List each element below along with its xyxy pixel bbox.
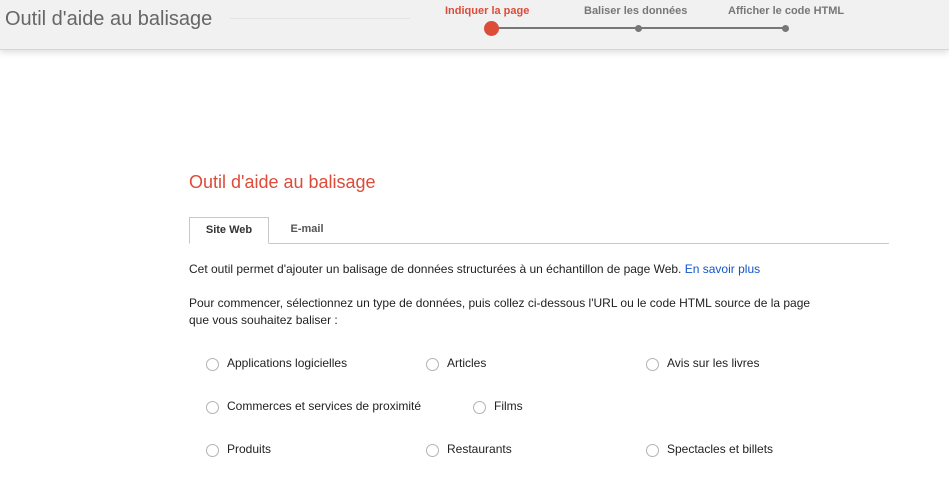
data-type-option[interactable]: Avis sur les livres <box>646 355 759 371</box>
radio-button[interactable] <box>206 358 219 371</box>
step-show-html-dot[interactable] <box>782 24 789 32</box>
data-type-option[interactable]: Spectacles et billets <box>646 441 773 457</box>
top-header: Outil d'aide au balisage Indiquer la pag… <box>0 0 949 50</box>
data-type-label: Avis sur les livres <box>667 356 760 370</box>
data-type-row-3: Produits Restaurants Spectacles et bille… <box>0 441 949 461</box>
instruction-line-2: que vous souhaitez baliser : <box>189 313 338 327</box>
data-type-option[interactable]: Articles <box>426 355 486 371</box>
radio-button[interactable] <box>473 401 486 414</box>
data-type-option[interactable]: Applications logicielles <box>206 355 347 371</box>
tab-bar: Site Web E-mail <box>189 217 889 244</box>
data-type-option[interactable]: Commerces et services de proximité <box>206 398 421 414</box>
radio-button[interactable] <box>426 444 439 457</box>
data-type-row-2: Commerces et services de proximité Films <box>0 398 949 418</box>
instruction-line-1: Pour commencer, sélectionnez un type de … <box>189 296 811 310</box>
radio-button[interactable] <box>646 358 659 371</box>
data-type-label: Films <box>494 399 523 413</box>
data-type-label: Applications logicielles <box>227 356 348 370</box>
data-type-label: Produits <box>227 442 272 456</box>
data-type-label: Spectacles et billets <box>667 442 774 456</box>
page-title: Outil d'aide au balisage <box>189 172 376 192</box>
tab-email[interactable]: E-mail <box>276 217 338 242</box>
radio-button[interactable] <box>206 401 219 414</box>
radio-button[interactable] <box>206 444 219 457</box>
instruction-paragraph: Pour commencer, sélectionnez un type de … <box>189 295 810 329</box>
tab-site-web[interactable]: Site Web <box>189 217 269 244</box>
step-indicate-page-dot[interactable] <box>484 20 499 36</box>
data-type-row-1: Applications logicielles Articles Avis s… <box>0 355 949 375</box>
intro-text: Cet outil permet d'ajouter un balisage d… <box>189 262 682 276</box>
step-show-html-label[interactable]: Afficher le code HTML <box>728 5 844 17</box>
data-type-option[interactable]: Restaurants <box>426 441 512 457</box>
radio-button[interactable] <box>426 358 439 371</box>
learn-more-link[interactable]: En savoir plus <box>685 262 760 276</box>
data-type-label: Restaurants <box>447 442 512 456</box>
data-type-option[interactable]: Produits <box>206 441 271 457</box>
intro-paragraph: Cet outil permet d'ajouter un balisage d… <box>189 261 760 278</box>
data-type-label: Articles <box>447 356 487 370</box>
step-indicate-page-label[interactable]: Indiquer la page <box>445 5 529 17</box>
progress-steps: Indiquer la page Baliser les données Aff… <box>0 0 949 49</box>
data-type-label: Commerces et services de proximité <box>227 399 422 413</box>
radio-button[interactable] <box>646 444 659 457</box>
step-tag-data-dot[interactable] <box>635 24 642 32</box>
data-type-option[interactable]: Films <box>473 398 523 414</box>
step-tag-data-label[interactable]: Baliser les données <box>584 5 687 17</box>
